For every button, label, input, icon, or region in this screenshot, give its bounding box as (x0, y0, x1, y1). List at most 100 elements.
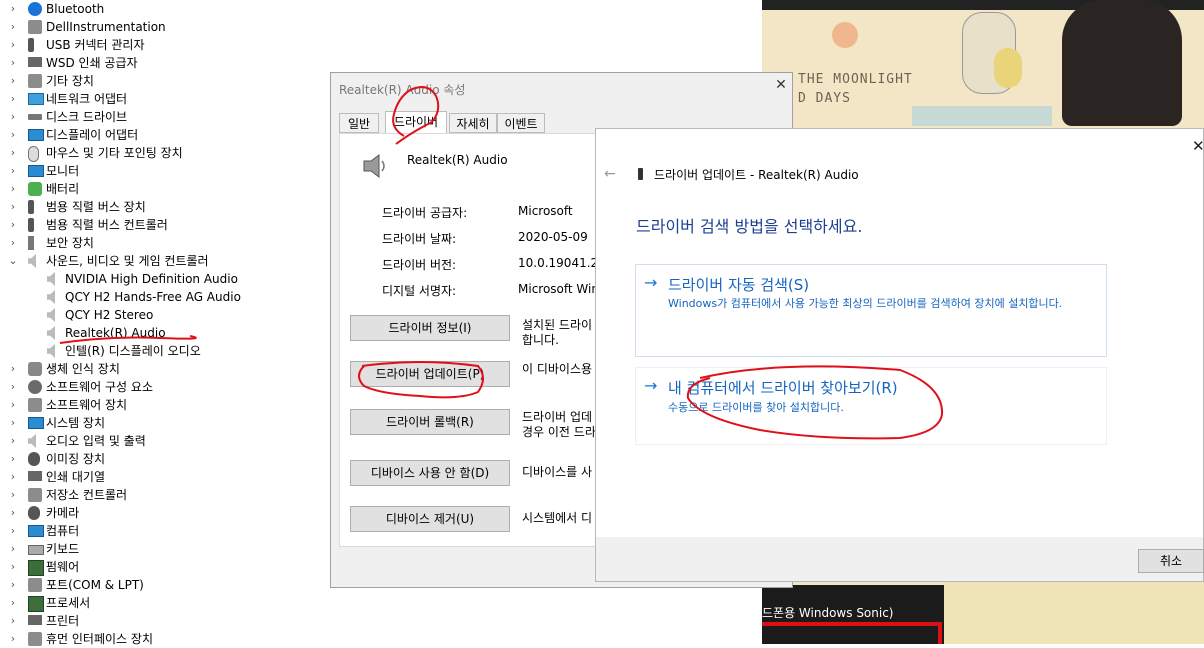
device-name: Realtek(R) Audio (407, 153, 508, 167)
chevron-right-icon[interactable]: › (8, 198, 18, 216)
tree-device-item[interactable]: QCY H2 Hands-Free AG Audio (0, 288, 330, 306)
bluetooth-icon (28, 2, 42, 16)
media-panel-bottom (944, 575, 1204, 644)
disable-device-button[interactable]: 디바이스 사용 안 함(D) (350, 460, 510, 486)
chevron-right-icon[interactable]: › (8, 540, 18, 558)
browse-my-computer-option[interactable]: → 내 컴퓨터에서 드라이버 찾아보기(R) 수동으로 드라이버를 찾아 설치합… (635, 367, 1107, 445)
tree-category-item[interactable]: › 마우스 및 기타 포인팅 장치 (0, 144, 330, 162)
chevron-right-icon[interactable]: › (8, 126, 18, 144)
rollback-driver-button[interactable]: 드라이버 롤백(R) (350, 409, 510, 435)
tree-category-item[interactable]: › 휴먼 인터페이스 장치 (0, 630, 330, 648)
chevron-right-icon[interactable]: › (8, 54, 18, 72)
tree-category-item[interactable]: › 네트워크 어댑터 (0, 90, 330, 108)
chevron-right-icon[interactable]: › (8, 378, 18, 396)
chevron-right-icon[interactable]: › (8, 558, 18, 576)
tree-category-item[interactable]: › 디스플레이 어댑터 (0, 126, 330, 144)
chevron-right-icon[interactable]: › (8, 576, 18, 594)
update-driver-desc: 이 디바이스용 (522, 362, 602, 377)
tab-driver[interactable]: 드라이버 (385, 111, 447, 134)
tree-category-item[interactable]: › 디스크 드라이브 (0, 108, 330, 126)
option-description: Windows가 컴퓨터에서 사용 가능한 최상의 드라이버를 검색하여 장치에… (668, 297, 1063, 310)
tab-general[interactable]: 일반 (339, 113, 379, 133)
tree-category-item[interactable]: › 범용 직렬 버스 컨트롤러 (0, 216, 330, 234)
back-arrow-icon[interactable]: ← (604, 166, 616, 182)
tree-category-item[interactable]: › 이미징 장치 (0, 450, 330, 468)
tree-category-item[interactable]: › DellInstrumentation (0, 18, 330, 36)
album-art-person (1062, 0, 1182, 126)
tree-category-item[interactable]: › 저장소 컨트롤러 (0, 486, 330, 504)
chevron-right-icon[interactable]: › (8, 234, 18, 252)
chevron-right-icon[interactable]: › (8, 612, 18, 630)
desc-line: 시스템에서 디 (522, 511, 593, 525)
tree-item-label: 소프트웨어 구성 요소 (46, 380, 153, 394)
chevron-right-icon[interactable]: › (8, 432, 18, 450)
tree-device-item[interactable]: QCY H2 Stereo (0, 306, 330, 324)
tree-category-item[interactable]: › USB 커넥터 관리자 (0, 36, 330, 54)
tree-category-item[interactable]: › 기타 장치 (0, 72, 330, 90)
tree-category-item[interactable]: › 컴퓨터 (0, 522, 330, 540)
option-title: 내 컴퓨터에서 드라이버 찾아보기(R) (668, 379, 898, 397)
uninstall-device-button[interactable]: 디바이스 제거(U) (350, 506, 510, 532)
tree-category-item[interactable]: › 프린터 (0, 612, 330, 630)
chevron-right-icon[interactable]: › (8, 414, 18, 432)
cancel-button[interactable]: 취소 (1138, 549, 1204, 573)
driver-details-button[interactable]: 드라이버 정보(I) (350, 315, 510, 341)
speaker-icon (47, 290, 55, 304)
tree-item-label: 시스템 장치 (46, 416, 106, 430)
chevron-right-icon[interactable]: › (8, 522, 18, 540)
chevron-right-icon[interactable]: › (8, 144, 18, 162)
tree-category-item[interactable]: › 보안 장치 (0, 234, 330, 252)
tree-device-item[interactable]: 인텔(R) 디스플레이 오디오 (0, 342, 330, 360)
close-icon[interactable]: ✕ (773, 77, 789, 93)
chevron-right-icon[interactable]: › (8, 90, 18, 108)
speaker-icon (28, 434, 36, 448)
chevron-right-icon[interactable]: › (8, 594, 18, 612)
tree-category-item[interactable]: › 소프트웨어 장치 (0, 396, 330, 414)
device-icon (638, 168, 643, 180)
tree-category-item[interactable]: › 소프트웨어 구성 요소 (0, 378, 330, 396)
update-driver-button[interactable]: 드라이버 업데이트(P) (350, 361, 510, 387)
chevron-right-icon[interactable]: › (8, 72, 18, 90)
chevron-right-icon[interactable]: › (8, 162, 18, 180)
chevron-down-icon[interactable]: ⌄ (8, 252, 18, 270)
chevron-right-icon[interactable]: › (8, 396, 18, 414)
search-automatically-option[interactable]: → 드라이버 자동 검색(S) Windows가 컴퓨터에서 사용 가능한 최상… (635, 264, 1107, 357)
tab-events[interactable]: 이벤트 (497, 113, 545, 133)
dialog-title: Realtek(R) Audio 속성 (339, 83, 466, 97)
tree-device-item[interactable]: NVIDIA High Definition Audio (0, 270, 330, 288)
device-tree: › Bluetooth › DellInstrumentation › USB 커넥터 관… (0, 0, 330, 646)
tree-category-item[interactable]: ⌄ 사운드, 비디오 및 게임 컨트롤러 (0, 252, 330, 270)
audio-format-label: 드폰용 Windows Sonic) (762, 606, 894, 620)
tree-category-item[interactable]: › 모니터 (0, 162, 330, 180)
tree-category-item[interactable]: › 키보드 (0, 540, 330, 558)
tree-category-item[interactable]: › 범용 직렬 버스 장치 (0, 198, 330, 216)
tree-category-item[interactable]: › 카메라 (0, 504, 330, 522)
tree-category-item[interactable]: › 배터리 (0, 180, 330, 198)
tree-category-item[interactable]: › 시스템 장치 (0, 414, 330, 432)
chevron-right-icon[interactable]: › (8, 468, 18, 486)
chevron-right-icon[interactable]: › (8, 18, 18, 36)
tree-device-item[interactable]: Realtek(R) Audio (0, 324, 330, 342)
chevron-right-icon[interactable]: › (8, 108, 18, 126)
chevron-right-icon[interactable]: › (8, 0, 18, 18)
chevron-right-icon[interactable]: › (8, 180, 18, 198)
close-icon[interactable]: ✕ (1192, 137, 1204, 155)
chevron-right-icon[interactable]: › (8, 630, 18, 648)
tree-category-item[interactable]: › 인쇄 대기열 (0, 468, 330, 486)
chevron-right-icon[interactable]: › (8, 450, 18, 468)
tree-category-item[interactable]: › 오디오 입력 및 출력 (0, 432, 330, 450)
tree-category-item[interactable]: › 생체 인식 장치 (0, 360, 330, 378)
tree-category-item[interactable]: › Bluetooth (0, 0, 330, 18)
tree-category-item[interactable]: › 프로세서 (0, 594, 330, 612)
chevron-right-icon[interactable]: › (8, 504, 18, 522)
tree-category-item[interactable]: › 펌웨어 (0, 558, 330, 576)
chevron-right-icon[interactable]: › (8, 36, 18, 54)
chevron-right-icon[interactable]: › (8, 216, 18, 234)
wizard-heading: 드라이버 검색 방법을 선택하세요. (636, 217, 863, 236)
chevron-right-icon[interactable]: › (8, 486, 18, 504)
tree-category-item[interactable]: › 포트(COM & LPT) (0, 576, 330, 594)
tab-details[interactable]: 자세히 (449, 113, 497, 133)
driver-details-desc: 설치된 드라이 합니다. (522, 318, 602, 348)
tree-category-item[interactable]: › WSD 인쇄 공급자 (0, 54, 330, 72)
chevron-right-icon[interactable]: › (8, 360, 18, 378)
